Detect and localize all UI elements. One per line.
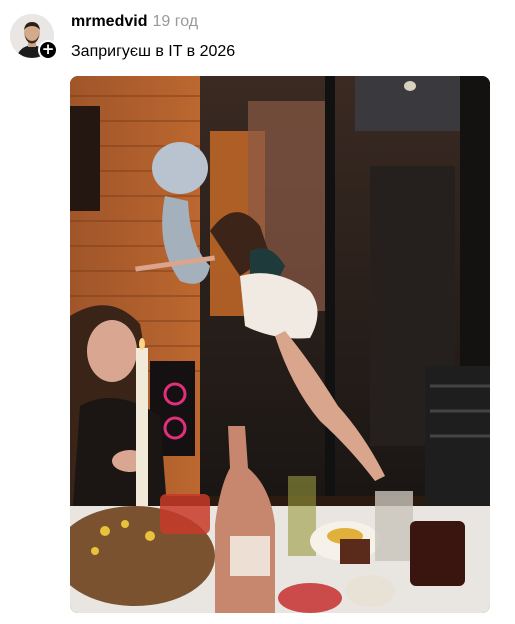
post-caption: Запригуєш в IT в 2026 [71,43,236,60]
party-photo [70,76,490,613]
thread-post: + mrmedvid 19 год Запригуєш в IT в 2026 [0,0,515,624]
post-image[interactable] [70,76,490,613]
avatar-container: + [10,14,58,62]
follow-button[interactable]: + [38,40,58,60]
post-timestamp: 19 год [152,13,199,30]
plus-icon: + [41,40,55,58]
username-link[interactable]: mrmedvid [71,13,147,30]
post-header: mrmedvid 19 год [71,13,198,31]
